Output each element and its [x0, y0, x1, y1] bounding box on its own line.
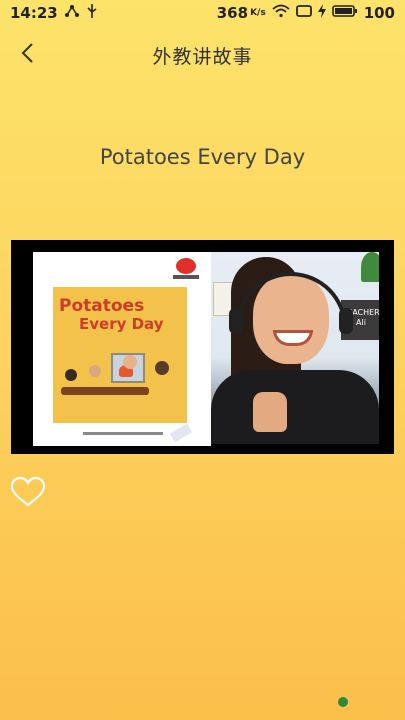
- share-icon: [64, 4, 80, 22]
- like-button[interactable]: [10, 476, 46, 510]
- headset-ear-right: [339, 308, 353, 334]
- plant-illustration: [361, 252, 379, 282]
- video-player[interactable]: Potatoes Every Day TEACHER Ali: [11, 240, 394, 454]
- wifi-icon: [272, 4, 290, 22]
- chevron-left-icon: [20, 42, 34, 68]
- charging-icon: [317, 4, 326, 22]
- watermark-logo-icon: [338, 697, 348, 707]
- character-illustration: [155, 361, 169, 375]
- cover-title-line2: Every Day: [79, 315, 164, 333]
- teacher-camera: TEACHER Ali: [211, 252, 379, 444]
- character-illustration: [123, 355, 137, 369]
- table-illustration: [61, 387, 149, 395]
- thumbs-up-hand: [253, 392, 287, 432]
- heart-outline-icon: [10, 476, 46, 512]
- back-button[interactable]: [12, 40, 42, 70]
- publisher-logo: [173, 258, 199, 282]
- book-caption: [83, 432, 163, 435]
- battery-icon: [331, 4, 358, 22]
- character-illustration: [89, 365, 101, 377]
- cover-title-line1: Potatoes: [59, 296, 145, 316]
- video-watermark: [169, 423, 193, 443]
- status-bar: 14:23 368 K/s 100: [0, 0, 405, 26]
- screen-icon: [295, 4, 312, 22]
- usb-icon: [86, 3, 98, 23]
- page-title: 外教讲故事: [152, 45, 253, 68]
- story-title: Potatoes Every Day: [99, 145, 306, 169]
- book-page: Potatoes Every Day: [33, 252, 211, 446]
- status-time: 14:23: [10, 4, 58, 22]
- battery-level: 100: [363, 4, 395, 22]
- nav-bar: 外教讲故事: [0, 30, 405, 80]
- site-watermark: [338, 697, 348, 707]
- headset-ear-left: [229, 308, 243, 334]
- network-speed: 368: [216, 4, 249, 22]
- teacher-sweater: [211, 370, 379, 444]
- book-cover: Potatoes Every Day: [53, 287, 187, 423]
- network-unit: K/s: [250, 8, 266, 18]
- character-illustration: [65, 369, 77, 381]
